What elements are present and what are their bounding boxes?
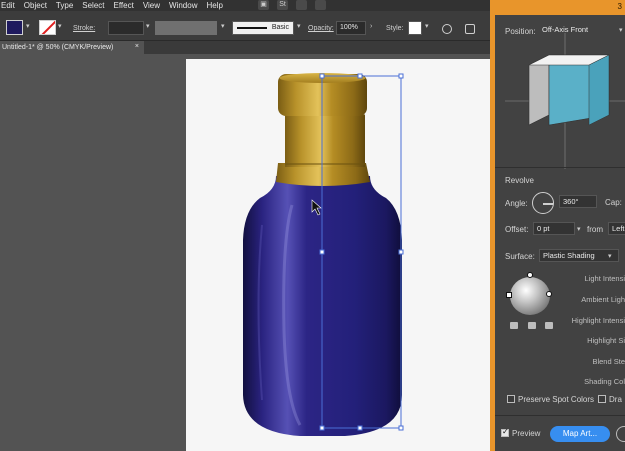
cap-label: Cap: [605,198,622,207]
offset-value: 0 pt [537,224,550,233]
chevron-down-icon: ▾ [608,253,612,260]
handle-middle-left[interactable] [319,249,325,255]
preserve-spot-colors-label: Preserve Spot Colors [518,395,595,404]
ambient-light-label: Ambient Ligh [581,295,625,304]
dialog-body: Position: Off-Axis Front ▾ Revolve Angle… [495,15,625,451]
surface-label: Surface: [505,252,535,261]
section-divider [495,415,625,416]
more-options-button[interactable] [616,426,625,442]
angle-dial[interactable] [532,192,554,214]
draw-hidden-faces-label: Dra [609,395,622,404]
lighting-sphere[interactable] [510,277,550,315]
artwork-canvas [243,73,404,436]
from-value: Left [612,224,625,233]
cap-band[interactable] [285,115,365,167]
handle-top-middle[interactable] [357,73,363,79]
map-art-button[interactable]: Map Art... [550,426,610,442]
delete-light-icon[interactable] [545,322,553,329]
angle-input[interactable]: 360° [559,195,597,208]
shading-color-label: Shading Col [584,377,625,386]
blend-steps-label: Blend Ste [592,357,625,366]
handle-top-right[interactable] [398,73,404,79]
from-select[interactable]: Left [608,222,625,235]
offset-input[interactable]: 0 pt [533,222,575,235]
light-source-handle[interactable] [527,272,533,278]
revolve-label: Revolve [505,176,534,185]
move-light-back-icon[interactable] [510,322,518,329]
handle-bottom-left[interactable] [319,425,325,431]
rotation-cube[interactable] [505,33,625,169]
map-art-label: Map Art... [562,429,598,438]
angle-dial-needle [543,203,553,205]
light-source-handle[interactable] [546,291,552,297]
new-light-icon[interactable] [528,322,536,329]
light-source-handle-selected[interactable] [506,292,512,298]
handle-bottom-middle[interactable] [357,425,363,431]
light-intensity-label: Light Intensi [584,274,625,283]
from-label: from [587,225,603,234]
surface-select[interactable]: Plastic Shading ▾ [539,249,619,262]
section-divider [495,167,625,168]
surface-value: Plastic Shading [543,251,595,260]
offset-label: Offset: [505,225,529,234]
preview-checkbox[interactable] [501,427,509,437]
3d-revolve-dialog: 3 Position: Off-Axis Front ▾ Revolve Ang… [490,0,625,451]
handle-middle-right[interactable] [398,249,404,255]
dialog-header[interactable]: 3 [490,0,625,14]
handle-top-left[interactable] [319,73,325,79]
angle-label: Angle: [505,199,528,208]
chevron-down-icon[interactable]: ▾ [577,225,581,233]
highlight-size-label: Highlight Si [587,336,625,345]
preserve-spot-colors-checkbox[interactable] [507,395,515,403]
dialog-header-number: 3 [617,2,622,11]
highlight-intensity-label: Highlight Intensi [571,316,625,325]
handle-bottom-right[interactable] [398,425,404,431]
angle-value: 360° [563,197,579,206]
preview-label: Preview [512,429,541,438]
draw-hidden-faces-checkbox[interactable] [598,395,606,403]
